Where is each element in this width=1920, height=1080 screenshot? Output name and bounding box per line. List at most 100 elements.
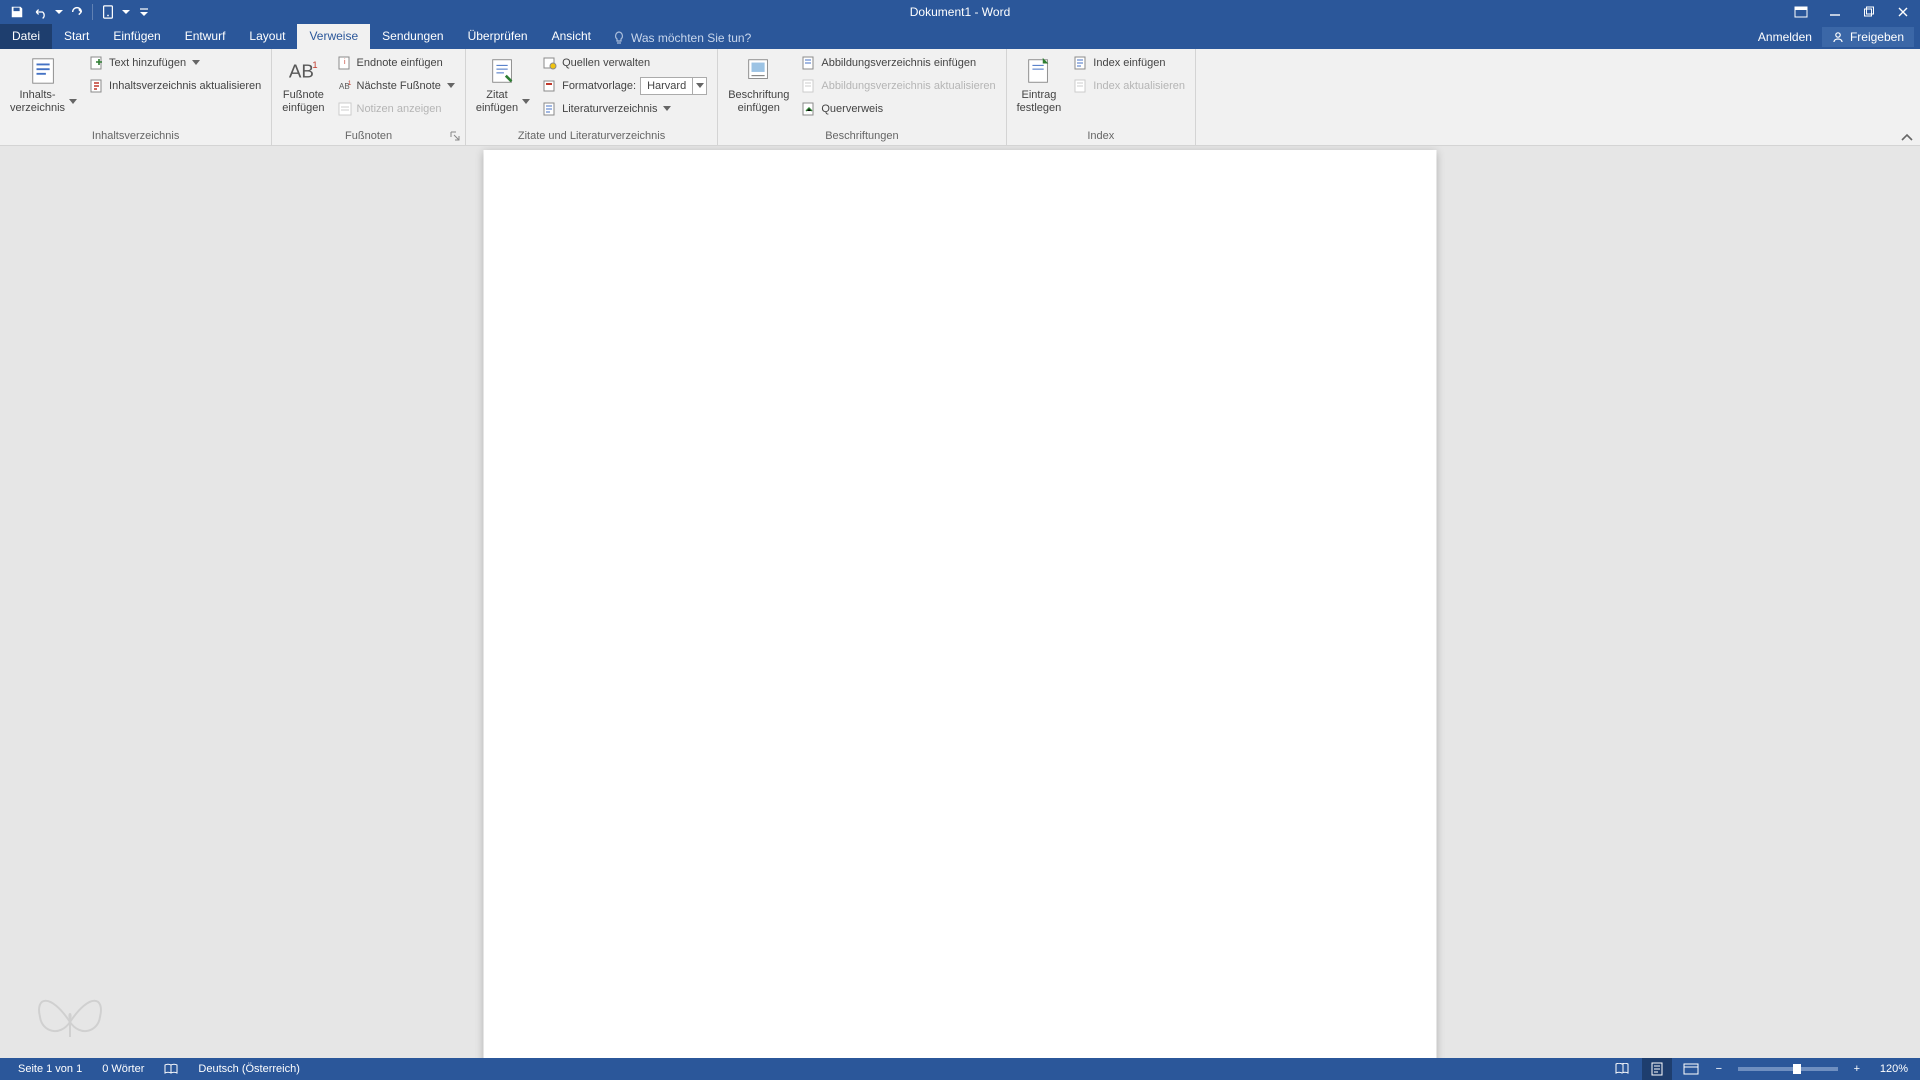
tab-review[interactable]: Überprüfen: [456, 24, 540, 49]
share-label: Freigeben: [1850, 30, 1904, 44]
update-toc-label: Inhaltsverzeichnis aktualisieren: [109, 80, 261, 92]
window-title: Dokument1 - Word: [910, 5, 1010, 19]
add-text-button[interactable]: Text hinzufügen: [85, 52, 265, 74]
minimize-button[interactable]: [1818, 0, 1852, 24]
chevron-down-icon: [663, 106, 671, 112]
tab-view[interactable]: Ansicht: [540, 24, 603, 49]
insert-tof-button[interactable]: Abbildungsverzeichnis einfügen: [797, 52, 999, 74]
tell-me-search[interactable]: Was möchten Sie tun?: [603, 27, 761, 49]
group-toc: Inhalts- verzeichnis Text hinzufügen Inh…: [0, 49, 272, 145]
insert-index-button[interactable]: Index einfügen: [1069, 52, 1189, 74]
view-web-layout-button[interactable]: [1676, 1058, 1706, 1080]
touch-mode-button[interactable]: [97, 2, 119, 22]
status-words[interactable]: 0 Wörter: [92, 1063, 154, 1075]
svg-text:AB: AB: [289, 61, 314, 82]
close-button[interactable]: [1886, 0, 1920, 24]
update-tof-icon: [801, 78, 817, 94]
svg-text:1: 1: [348, 81, 352, 87]
insert-footnote-button[interactable]: AB1 Fußnote einfügen: [278, 52, 328, 115]
save-button[interactable]: [6, 2, 28, 22]
person-icon: [1832, 31, 1844, 43]
next-footnote-label: Nächste Fußnote: [357, 80, 441, 92]
status-bar: Seite 1 von 1 0 Wörter Deutsch (Österrei…: [0, 1058, 1920, 1080]
insert-endnote-button[interactable]: i Endnote einfügen: [333, 52, 459, 74]
tab-insert[interactable]: Einfügen: [101, 24, 172, 49]
insert-citation-label: Zitat einfügen: [476, 89, 518, 115]
document-page[interactable]: [484, 150, 1437, 1058]
customize-qat-button[interactable]: [133, 2, 155, 22]
mark-entry-button[interactable]: Eintrag festlegen: [1013, 52, 1066, 115]
group-toc-label: Inhaltsverzeichnis: [0, 128, 271, 145]
zoom-thumb[interactable]: [1793, 1064, 1801, 1074]
zoom-slider[interactable]: [1738, 1067, 1838, 1071]
manage-sources-label: Quellen verwalten: [562, 57, 650, 69]
view-print-layout-button[interactable]: [1642, 1058, 1672, 1080]
toc-button[interactable]: Inhalts- verzeichnis: [6, 52, 81, 115]
view-read-mode-button[interactable]: [1608, 1058, 1638, 1080]
document-workspace[interactable]: [0, 146, 1920, 1058]
insert-footnote-label: Fußnote einfügen: [282, 89, 324, 115]
update-index-icon: [1073, 78, 1089, 94]
group-citations: Zitat einfügen Quellen verwalten Formatv…: [466, 49, 718, 145]
ribbon-display-options-button[interactable]: [1784, 0, 1818, 24]
tab-layout[interactable]: Layout: [237, 24, 297, 49]
next-footnote-button[interactable]: AB1 Nächste Fußnote: [333, 75, 459, 97]
touch-mode-dropdown[interactable]: [121, 2, 131, 22]
insert-endnote-label: Endnote einfügen: [357, 57, 443, 69]
quick-access-toolbar: [0, 2, 155, 22]
insert-citation-button[interactable]: Zitat einfügen: [472, 52, 534, 115]
tab-references[interactable]: Verweise: [297, 24, 370, 49]
group-index: Eintrag festlegen Index einfügen Index a…: [1007, 49, 1196, 145]
tab-file[interactable]: Datei: [0, 24, 52, 49]
status-page[interactable]: Seite 1 von 1: [8, 1063, 92, 1075]
status-proofing[interactable]: [154, 1063, 188, 1075]
tab-design[interactable]: Entwurf: [173, 24, 238, 49]
cross-reference-button[interactable]: Querverweis: [797, 98, 999, 120]
group-index-label: Index: [1007, 128, 1195, 145]
tab-start[interactable]: Start: [52, 24, 101, 49]
add-text-icon: [89, 55, 105, 71]
group-captions: Beschriftung einfügen Abbildungsverzeich…: [718, 49, 1006, 145]
next-footnote-icon: AB1: [337, 78, 353, 94]
zoom-out-button[interactable]: −: [1710, 1063, 1728, 1075]
citation-style-row: Formatvorlage: Harvard: [538, 75, 711, 97]
zoom-level[interactable]: 120%: [1870, 1063, 1912, 1075]
show-notes-label: Notizen anzeigen: [357, 103, 442, 115]
insert-caption-button[interactable]: Beschriftung einfügen: [724, 52, 793, 115]
toc-icon: [29, 54, 59, 88]
collapse-ribbon-button[interactable]: [1900, 133, 1914, 143]
update-toc-button[interactable]: Inhaltsverzeichnis aktualisieren: [85, 75, 265, 97]
bibliography-label: Literaturverzeichnis: [562, 103, 657, 115]
ribbon-tabs: Datei Start Einfügen Entwurf Layout Verw…: [0, 24, 1920, 49]
group-captions-label: Beschriftungen: [718, 128, 1005, 145]
sign-in-link[interactable]: Anmelden: [1758, 30, 1812, 44]
redo-button[interactable]: [66, 2, 88, 22]
maximize-button[interactable]: [1852, 0, 1886, 24]
insert-caption-label: Beschriftung einfügen: [728, 89, 789, 115]
footnotes-dialog-launcher[interactable]: [448, 129, 462, 143]
zoom-in-button[interactable]: +: [1848, 1063, 1866, 1075]
undo-button[interactable]: [30, 2, 52, 22]
add-text-label: Text hinzufügen: [109, 57, 186, 69]
citation-style-combo[interactable]: Harvard: [640, 77, 707, 95]
undo-dropdown[interactable]: [54, 2, 64, 22]
manage-sources-button[interactable]: Quellen verwalten: [538, 52, 711, 74]
title-bar: Dokument1 - Word: [0, 0, 1920, 24]
group-footnotes: AB1 Fußnote einfügen i Endnote einfügen …: [272, 49, 466, 145]
chevron-down-icon: [447, 83, 455, 89]
chevron-down-icon: [69, 99, 77, 105]
tab-mailings[interactable]: Sendungen: [370, 24, 455, 49]
show-notes-button: Notizen anzeigen: [333, 98, 459, 120]
tof-icon: [801, 55, 817, 71]
svg-text:1: 1: [313, 59, 318, 70]
share-button[interactable]: Freigeben: [1822, 27, 1914, 47]
bibliography-button[interactable]: Literaturverzeichnis: [538, 98, 711, 120]
lightbulb-icon: [613, 31, 625, 45]
tell-me-placeholder: Was möchten Sie tun?: [631, 31, 751, 45]
chevron-down-icon: [692, 78, 706, 94]
bibliography-icon: [542, 101, 558, 117]
manage-sources-icon: [542, 55, 558, 71]
insert-index-label: Index einfügen: [1093, 57, 1165, 69]
citation-icon: [488, 54, 518, 88]
status-language[interactable]: Deutsch (Österreich): [188, 1063, 309, 1075]
